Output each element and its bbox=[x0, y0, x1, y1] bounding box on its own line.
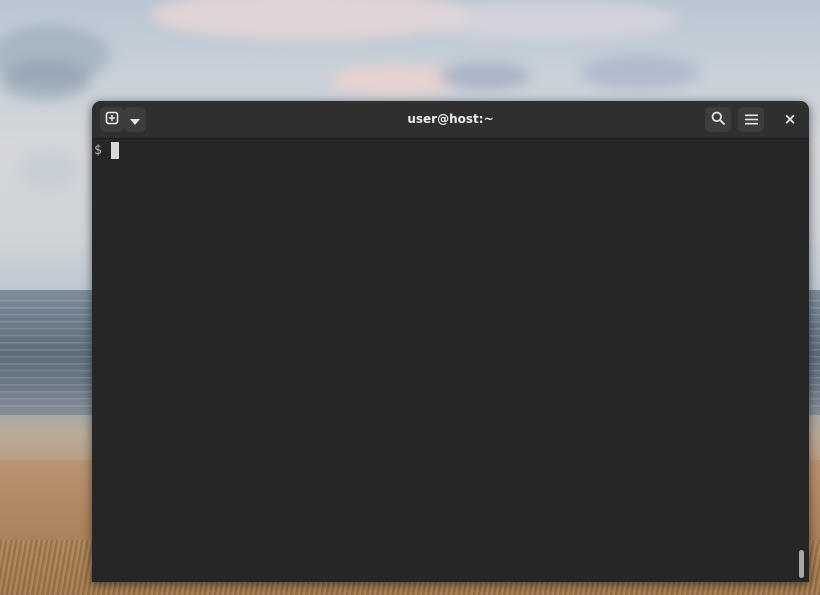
close-icon: × bbox=[783, 110, 797, 128]
hamburger-menu-icon bbox=[744, 110, 758, 129]
headerbar[interactable]: user@host:~ × bbox=[92, 101, 809, 139]
close-button[interactable]: × bbox=[777, 107, 803, 132]
search-icon bbox=[711, 110, 725, 129]
terminal-output[interactable]: $ bbox=[92, 139, 809, 582]
window-title: user@host:~ bbox=[407, 112, 494, 126]
terminal-window[interactable]: user@host:~ × $ bbox=[92, 101, 809, 582]
chevron-down-icon bbox=[130, 110, 140, 129]
main-menu-button[interactable] bbox=[738, 107, 764, 132]
scrollbar-thumb[interactable] bbox=[799, 550, 804, 578]
search-button[interactable] bbox=[705, 107, 731, 132]
prompt-symbol: $ bbox=[94, 142, 102, 158]
new-tab-icon bbox=[105, 110, 119, 129]
prompt-line: $ bbox=[94, 141, 119, 159]
text-cursor bbox=[110, 141, 119, 159]
tab-menu-button[interactable] bbox=[124, 107, 146, 132]
new-tab-button[interactable] bbox=[100, 107, 124, 132]
